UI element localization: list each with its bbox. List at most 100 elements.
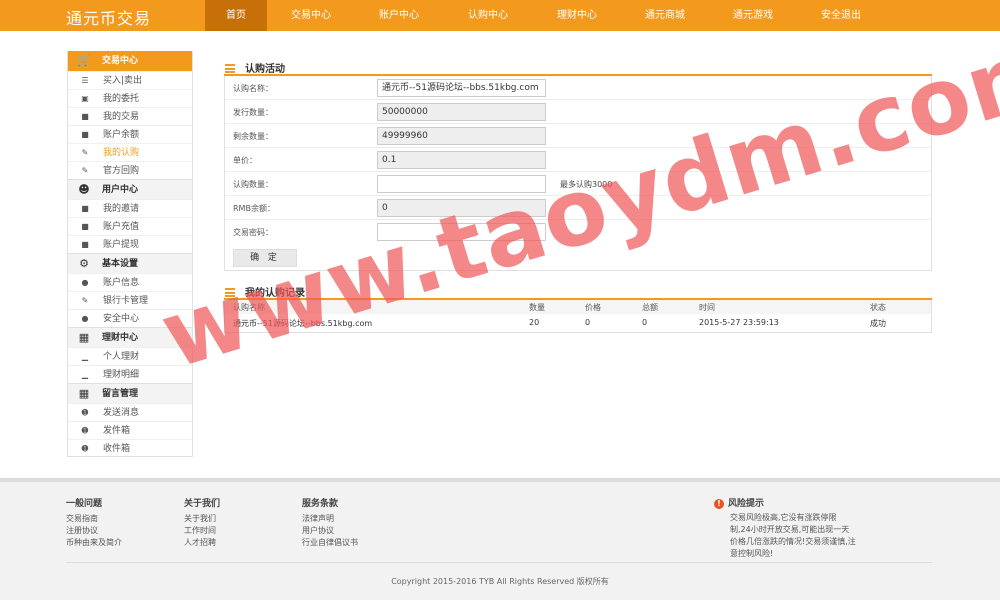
document-icon: ■ <box>81 240 89 249</box>
bar-chart-icon: ▁ <box>81 370 89 379</box>
form-row-rmb: RMB余额： 0 <box>225 196 931 220</box>
sidebar-item-label: 发件箱 <box>103 426 131 436</box>
footer-link[interactable]: 工作时间 <box>184 525 220 537</box>
sidebar-group-user[interactable]: ☻ 用户中心 <box>68 179 192 199</box>
column-header: 认购名称 <box>233 303 265 312</box>
sidebar-item-label: 买入|卖出 <box>103 76 143 86</box>
users-icon: ☻ <box>78 183 90 196</box>
risk-notice: ! 风险提示 交易风险极高,它没有涨跌停限制,24小时开放交易,可能出现一天价格几… <box>714 496 856 560</box>
sidebar-item-label: 安全中心 <box>103 314 140 324</box>
nav-logout[interactable]: 安全退出 <box>797 0 885 31</box>
info-icon: ➊ <box>81 426 89 435</box>
sidebar-group-finance[interactable]: ▦ 理财中心 <box>68 327 192 347</box>
nav-mall[interactable]: 通元商城 <box>621 0 709 31</box>
sidebar-item-buyback[interactable]: ✎ 官方回购 <box>68 161 192 179</box>
footer-link[interactable]: 关于我们 <box>184 513 220 525</box>
footer-link[interactable]: 币种由来及简介 <box>66 537 122 549</box>
list-icon: ☰ <box>81 76 89 85</box>
top-nav-bar: 通元币交易 首页 交易中心 账户中心 认购中心 理财中心 通元商城 通元游戏 安… <box>0 0 1000 31</box>
risk-text: 交易风险极高,它没有涨跌停限制,24小时开放交易,可能出现一天价格几倍涨跌的情况… <box>730 513 856 558</box>
form-row-name: 认购名称： 通元币--51源码论坛--bbs.51kbg.com <box>225 76 931 100</box>
sidebar-item-invite[interactable]: ■ 我的邀请 <box>68 199 192 217</box>
form-row-issued: 发行数量： 50000000 <box>225 100 931 124</box>
form-row-remaining: 剩余数量： 49999960 <box>225 124 931 148</box>
site-logo[interactable]: 通元币交易 <box>66 5 151 29</box>
risk-title: ! 风险提示 <box>714 496 856 509</box>
sidebar-group-settings[interactable]: ⚙ 基本设置 <box>68 253 192 273</box>
record-time: 2015-5-27 23:59:13 <box>699 318 779 327</box>
issued-quantity-field: 50000000 <box>377 103 546 121</box>
sidebar-item-send-message[interactable]: ➊ 发送消息 <box>68 403 192 421</box>
sidebar-item-bank-cards[interactable]: ✎ 银行卡管理 <box>68 291 192 309</box>
footer-col-title: 一般问题 <box>66 499 103 509</box>
subscribe-name-input[interactable]: 通元币--51源码论坛--bbs.51kbg.com <box>377 79 546 97</box>
sidebar-item-account-info[interactable]: ● 账户信息 <box>68 273 192 291</box>
footer-link[interactable]: 用户协议 <box>302 525 358 537</box>
nav-trade-center[interactable]: 交易中心 <box>267 0 355 31</box>
sidebar-item-security[interactable]: ● 安全中心 <box>68 309 192 327</box>
sidebar-item-label: 账户信息 <box>103 278 140 288</box>
confirm-button[interactable]: 确 定 <box>233 249 297 267</box>
document-icon: ■ <box>81 222 89 231</box>
trade-password-input[interactable] <box>377 223 546 241</box>
field-label: 剩余数量： <box>233 132 273 141</box>
footer-link[interactable]: 法律声明 <box>302 513 358 525</box>
sidebar-item-balance[interactable]: ■ 账户余额 <box>68 125 192 143</box>
edit-icon: ✎ <box>81 296 89 305</box>
sidebar-item-finance-detail[interactable]: ▁ 理财明细 <box>68 365 192 383</box>
sidebar-item-buy-sell[interactable]: ☰ 买入|卖出 <box>68 71 192 89</box>
menu-bars-icon <box>225 64 235 73</box>
copyright: Copyright 2015-2016 TYB All Rights Reser… <box>391 577 609 586</box>
record-status: 成功 <box>870 319 886 328</box>
sidebar-item-label: 我的认购 <box>103 148 140 158</box>
subscribe-quantity-input[interactable] <box>377 175 546 193</box>
document-icon: ■ <box>81 130 89 139</box>
subscribe-form: 认购名称： 通元币--51源码论坛--bbs.51kbg.com 发行数量： 5… <box>224 76 932 271</box>
tray-icon: ▣ <box>81 94 89 103</box>
footer-link[interactable]: 人才招聘 <box>184 537 220 549</box>
subscribe-section-title: 认购活动 <box>225 60 285 75</box>
sidebar-item-deposit[interactable]: ■ 账户充值 <box>68 217 192 235</box>
sidebar-item-label: 发送消息 <box>103 408 140 418</box>
footer-link[interactable]: 交易指南 <box>66 513 122 525</box>
nav-subscribe-center[interactable]: 认购中心 <box>443 0 533 31</box>
footer-col-title: 服务条款 <box>302 499 339 509</box>
sidebar-item-personal-finance[interactable]: ▁ 个人理财 <box>68 347 192 365</box>
sidebar-group-messages[interactable]: ▦ 留言管理 <box>68 383 192 403</box>
records-table: 认购名称 数量 价格 总额 时间 状态 通元币--51源码论坛--bbs.51k… <box>224 300 932 333</box>
column-header: 数量 <box>529 303 545 312</box>
nav-finance-center[interactable]: 理财中心 <box>533 0 621 31</box>
sidebar-group-trade[interactable]: 🛒 交易中心 <box>68 51 192 71</box>
sidebar-item-my-trades[interactable]: ■ 我的交易 <box>68 107 192 125</box>
table-header: 认购名称 数量 价格 总额 时间 状态 <box>225 300 931 314</box>
nav-games[interactable]: 通元游戏 <box>709 0 797 31</box>
document-icon: ■ <box>81 204 89 213</box>
column-header: 时间 <box>699 303 715 312</box>
cart-icon: 🛒 <box>77 54 91 67</box>
sidebar-item-my-subscribe[interactable]: ✎ 我的认购 <box>68 143 192 161</box>
footer-divider <box>66 562 932 563</box>
sidebar-group-label: 交易中心 <box>102 56 139 66</box>
warning-icon: ! <box>714 499 724 509</box>
sidebar-item-withdraw[interactable]: ■ 账户提现 <box>68 235 192 253</box>
remaining-quantity-field: 49999960 <box>377 127 546 145</box>
rmb-balance-field: 0 <box>377 199 546 217</box>
sidebar-item-outbox[interactable]: ➊ 发件箱 <box>68 421 192 439</box>
footer-link[interactable]: 注册协议 <box>66 525 122 537</box>
records-section-title: 我的认购记录 <box>225 284 305 299</box>
sidebar-item-label: 我的委托 <box>103 94 140 104</box>
sidebar-item-my-orders[interactable]: ▣ 我的委托 <box>68 89 192 107</box>
nav-account-center[interactable]: 账户中心 <box>355 0 443 31</box>
sidebar-item-inbox[interactable]: ➊ 收件箱 <box>68 439 192 457</box>
footer-col-faq: 一般问题 交易指南 注册协议 币种由来及简介 <box>66 496 122 549</box>
form-row-password: 交易密码： <box>225 220 931 244</box>
menu-bars-icon <box>225 288 235 297</box>
nav-home[interactable]: 首页 <box>205 0 267 31</box>
main-nav: 首页 交易中心 账户中心 认购中心 理财中心 通元商城 通元游戏 安全退出 <box>205 0 885 31</box>
sidebar-item-label: 收件箱 <box>103 444 131 454</box>
sidebar-item-label: 理财明细 <box>103 370 140 380</box>
footer-link[interactable]: 行业自律倡议书 <box>302 537 358 549</box>
sidebar-item-label: 银行卡管理 <box>103 296 149 306</box>
form-row-price: 单价： 0.1 <box>225 148 931 172</box>
edit-icon: ✎ <box>81 166 89 175</box>
